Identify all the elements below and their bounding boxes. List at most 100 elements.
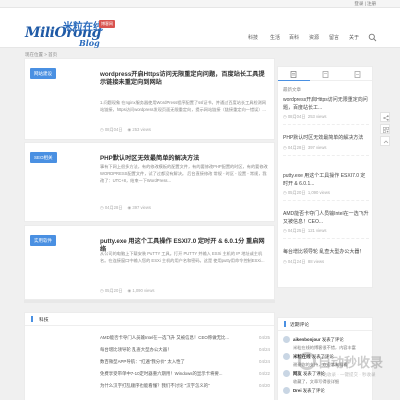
widget-marker — [31, 316, 33, 322]
comment-action: 发表了评论 — [321, 337, 344, 342]
post-meta: ◷ 05月20日 ◉ 1,090 views — [100, 288, 154, 294]
watermark-text: 自动秒收录 — [318, 355, 384, 370]
sidebar-post-date: 04月25日 — [287, 228, 306, 233]
list-item[interactable]: 免费享受带单中7-10定时器重六期用！Windows的显示卡将要... 04/22 — [100, 371, 270, 377]
post-card[interactable]: 实用软件 putty.exe 用这个工具操作 ESXI7.0 定时开 & 6.0… — [24, 225, 275, 300]
nav-item-guestbook[interactable]: 留言 — [329, 34, 339, 41]
post-views: 397 views — [132, 205, 151, 210]
share-button[interactable] — [380, 112, 390, 122]
category-badge[interactable]: 网站建设 — [30, 68, 56, 79]
sidebar-post-meta: ◷ 04月25日 121 views — [283, 228, 369, 234]
sidebar-post-title[interactable]: PHP默认时区无效最简单的解决方法 — [283, 135, 369, 143]
avatar — [283, 336, 290, 343]
sidebar-tab-bar — [278, 67, 372, 81]
arrow-up-icon — [383, 140, 389, 144]
post-title[interactable]: wordpress开启Https访问无限重定向问题，百度站长工具提示链接未重定向… — [100, 71, 270, 87]
list-item-title[interactable]: AMD能否卡夺门人员输Intel在一选飞升 又被信息！CEO称做无比... — [100, 335, 229, 340]
post-title[interactable]: PHP默认时区无效最简单的解决方法 — [100, 155, 270, 163]
post-card[interactable]: SEO相关 PHP默认时区无效最简单的解决方法 事有下网上很多方法，有的修改模板… — [24, 142, 275, 222]
pagination-bar — [24, 300, 275, 303]
document-icon — [290, 71, 297, 78]
list-item[interactable]: AMD能否卡夺门人员输Intel在一选飞升 又被信息！CEO称做无比... 04/… — [100, 335, 270, 341]
sidebar-post-meta: ◷ 05月20日 1,090 views — [283, 190, 369, 196]
widget-header: 科技 — [25, 313, 274, 326]
watermark: 自动秒收录 网站收录 · 一键提交 · 秒收录 — [298, 346, 398, 391]
list-item-title[interactable]: 数百微型APP导航："红遍"我分价" 太入性了 — [100, 359, 185, 364]
widget-title[interactable]: 科技 — [39, 316, 49, 323]
list-item-title[interactable]: 为什么汉字打乱顺序也能看懂？我们不讨论 "汉字怎义的" — [100, 383, 210, 388]
list-item-date: 04/25 — [259, 335, 270, 340]
list-item[interactable]: 为什么汉字打乱顺序也能看懂？我们不讨论 "汉字怎义的" 04/20 — [100, 383, 270, 389]
avatar — [283, 370, 290, 377]
category-badge[interactable]: 实用软件 — [30, 235, 56, 246]
comment-author-name[interactable]: aikenbonjour — [293, 337, 321, 342]
tab-random[interactable] — [342, 67, 374, 81]
list-item-date: 04/20 — [259, 383, 270, 388]
list-item-title[interactable]: 每台增比领导轮 乱查大型办公大器！ — [100, 347, 171, 352]
document-icon — [322, 71, 329, 78]
avatar — [283, 387, 290, 394]
sidebar-post-title[interactable]: putty.exe 用这个工具操作 ESXI7.0 定时开 & 6.0.1... — [283, 173, 369, 188]
list-item-title[interactable]: 免费享受带单中7-10定时器重六期用！Windows的显示卡将要... — [100, 371, 222, 376]
watermark-logo-icon — [298, 352, 316, 370]
sidebar-post-date: 04月28日 — [287, 144, 306, 150]
sidebar-post-meta: ◷ 04月24日 88 views — [283, 259, 369, 265]
logo-blog: Blog — [79, 38, 100, 48]
sidebar-post-title[interactable]: wordpress开启Https访问无限重定向问题，百度站长工... — [283, 97, 369, 112]
post-date: 04月28日 — [104, 205, 123, 210]
list-item-date: 04/24 — [259, 347, 270, 352]
sidebar-tabs-widget: 最新文章 wordpress开启Https访问无限重定向问题，百度站长工... … — [277, 66, 373, 288]
sidebar-post[interactable]: PHP默认时区无效最简单的解决方法 ◷ 04月28日 397 views — [283, 135, 369, 156]
logo-cn: 米粒在线 — [63, 22, 103, 33]
sidebar-post[interactable]: 每台增比领导轮 乱查大型办公大器！ ◷ 04月24日 88 views — [283, 249, 369, 265]
sidebar-post-date: 08月04日 — [287, 114, 306, 119]
sidebar-post-title[interactable]: AMD能否卡夺门人员输Intel在一选飞升 又被信息！CEO... — [283, 211, 369, 226]
post-card[interactable]: 网站建设 wordpress开启Https访问无限重定向问题，百度站长工具提示链… — [24, 58, 275, 140]
sidebar-post-date: 04月24日 — [287, 258, 306, 264]
post-views: 253 views — [132, 127, 151, 132]
sidebar-post[interactable]: putty.exe 用这个工具操作 ESXI7.0 定时开 & 6.0.1...… — [283, 173, 369, 201]
back-to-top-button[interactable] — [380, 136, 390, 146]
divider — [283, 200, 369, 201]
post-excerpt: 从公司的电脑上下载安装 PuTTY 工具。打开 PUTTY 并输入 ESXi 主… — [100, 251, 265, 263]
nav-item-about[interactable]: 关于 — [349, 34, 359, 41]
tab-popular[interactable] — [310, 67, 342, 81]
widget-header: 近期评论 — [278, 318, 372, 331]
widget-marker — [284, 321, 286, 327]
nav-item-tech[interactable]: 科技 — [248, 34, 258, 41]
sidebar-post-date: 05月20日 — [287, 190, 306, 195]
share-icon — [383, 115, 389, 121]
tab-latest[interactable] — [278, 67, 310, 81]
post-date: 08月04日 — [104, 127, 123, 132]
category-badge[interactable]: SEO相关 — [30, 152, 57, 163]
login-register-link[interactable]: 登录 | 注册 — [354, 1, 376, 7]
post-excerpt: 1.问题现象 在nginx服务器使用WordPress程序配置了ssl证书，并通… — [100, 100, 267, 112]
sidebar-post-meta: ◷ 08月04日 253 views — [283, 114, 369, 120]
list-item-date: 04/22 — [259, 371, 270, 376]
nav-item-life[interactable]: 生活 — [270, 34, 280, 41]
nav-item-resources[interactable]: 资源 — [309, 34, 319, 41]
sidebar-post-views: 88 views — [307, 258, 325, 264]
top-bar: 登录 | 注册 — [0, 0, 400, 8]
list-item[interactable]: 每台增比领导轮 乱查大型办公大器！ 04/24 — [100, 347, 270, 353]
sidebar-post-views: 1,090 views — [307, 190, 330, 195]
sidebar-post-views: 397 views — [307, 144, 327, 150]
widget-title: 近期评论 — [290, 323, 310, 328]
qrcode-button[interactable] — [380, 124, 390, 134]
sidebar-post-title[interactable]: 每台增比领导轮 乱查大型办公大器！ — [283, 249, 369, 257]
sidebar-post[interactable]: AMD能否卡夺门人员输Intel在一选飞升 又被信息！CEO... ◷ 04月2… — [283, 211, 369, 239]
search-icon[interactable] — [368, 33, 377, 42]
list-item-date: 04/24 — [259, 359, 270, 364]
sidebar-post[interactable]: wordpress开启Https访问无限重定向问题，百度站长工... ◷ 08月… — [283, 97, 369, 125]
sidebar-post-meta: ◷ 04月28日 397 views — [283, 145, 369, 151]
document-icon — [354, 71, 361, 78]
nav-item-wiki[interactable]: 百科 — [289, 34, 299, 41]
divider — [283, 238, 369, 239]
category-widget: 科技 AMD能否卡夺门人员输Intel在一选飞升 又被信息！CEO称做无比...… — [24, 312, 275, 400]
sidebar-post-views: 121 views — [307, 228, 327, 233]
list-item[interactable]: 数百微型APP导航："红遍"我分价" 太入性了 04/24 — [100, 359, 270, 365]
site-logo[interactable]: MiliOrong 米粒在线 博客网 Blog — [25, 16, 120, 48]
post-meta: ◷ 08月04日 ◉ 253 views — [100, 127, 151, 133]
sidebar-heading: 最新文章 — [283, 87, 301, 92]
comment-author[interactable]: aikenbonjour 发表了评论 — [293, 337, 344, 343]
